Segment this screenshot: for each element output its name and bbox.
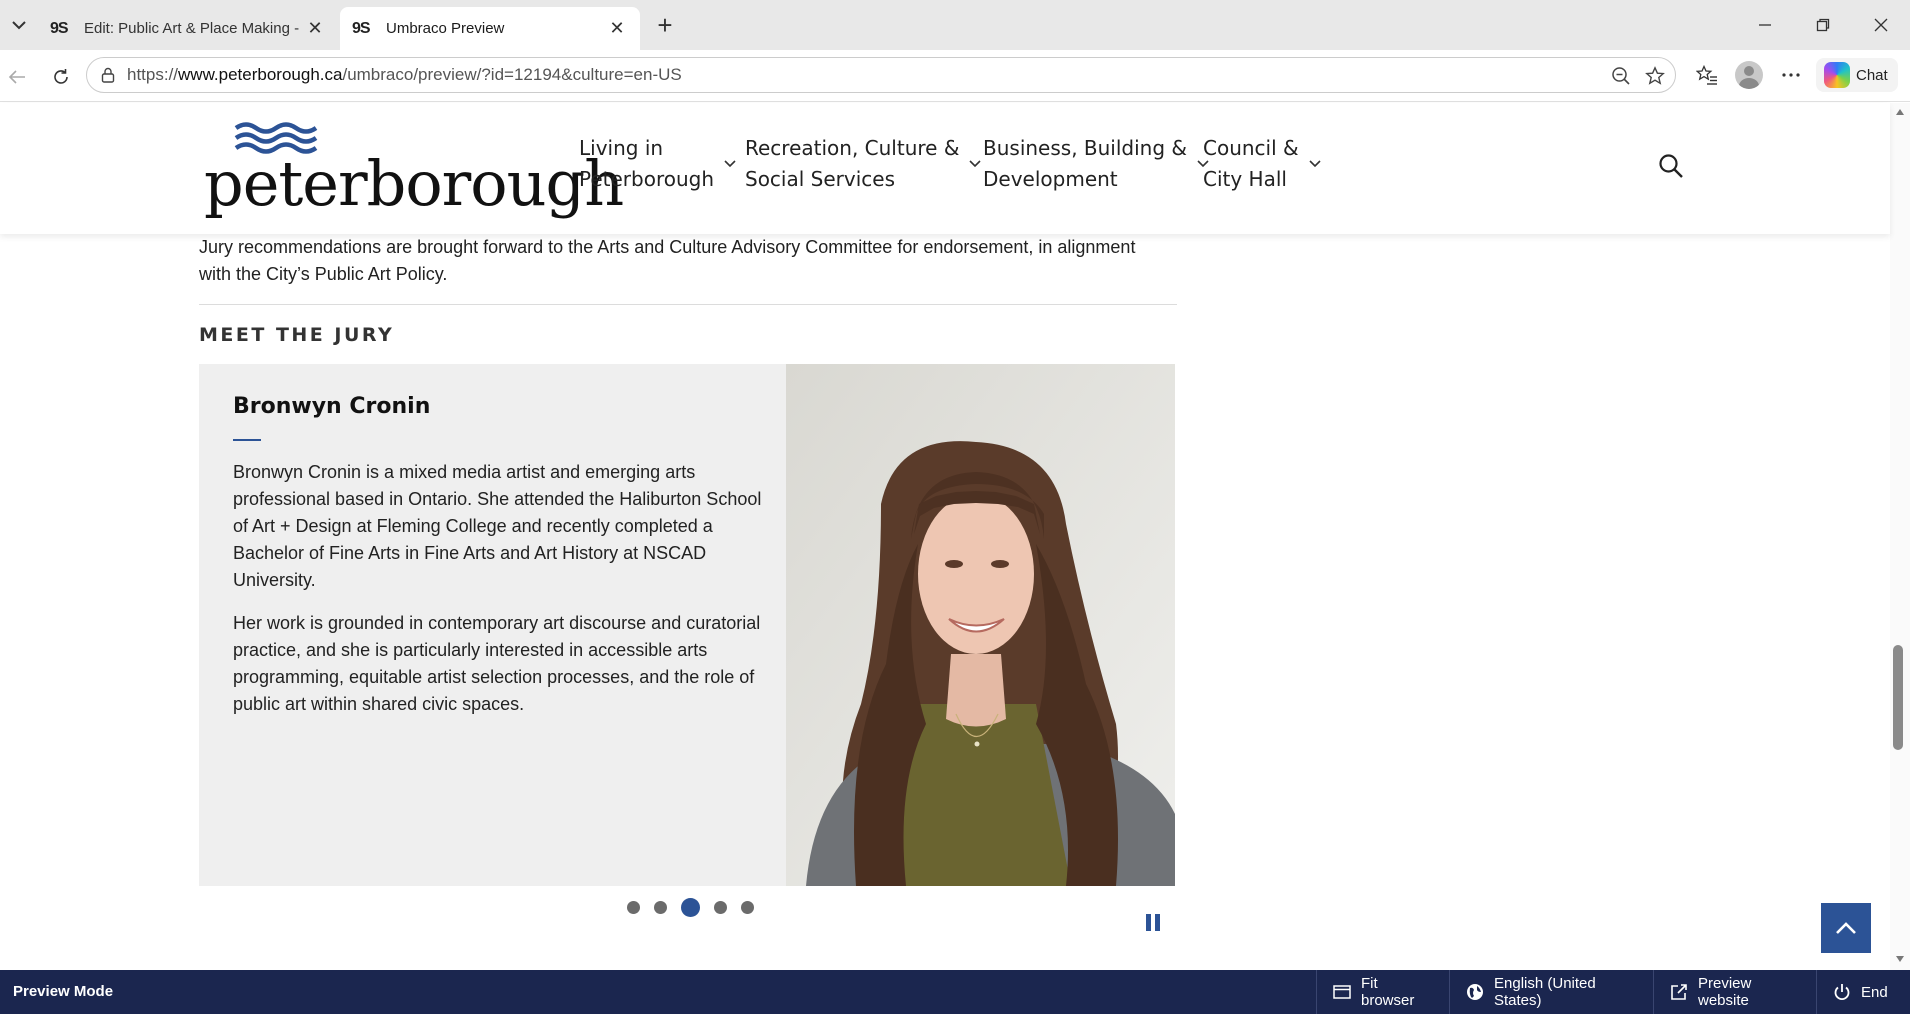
avatar-icon [1735, 61, 1763, 89]
preview-mode-label: Preview Mode [13, 983, 114, 1000]
carousel-pagination [627, 898, 754, 917]
back-arrow-icon[interactable] [2, 62, 32, 92]
end-label: End [1861, 983, 1888, 1001]
peterborough-logo[interactable]: peterborough [204, 121, 624, 215]
section-divider [199, 304, 1177, 305]
fit-browser-button[interactable]: Fit browser [1316, 970, 1449, 1014]
site-search-icon[interactable] [1658, 153, 1686, 181]
browser-toolbar-right: Chat [1690, 58, 1898, 92]
scroll-down-arrow-icon[interactable] [1890, 952, 1910, 966]
url-text: https://www.peterborough.ca/umbraco/prev… [127, 65, 682, 85]
copilot-chat-button[interactable]: Chat [1816, 58, 1898, 92]
url-input[interactable]: https://www.peterborough.ca/umbraco/prev… [86, 57, 1676, 93]
lock-icon[interactable] [101, 67, 115, 83]
globe-icon [1467, 984, 1483, 1000]
url-path: /umbraco/preview/?id=12194&culture=en-US [342, 65, 682, 84]
window-controls [1736, 0, 1910, 50]
nav-label: Council & City Hall [1203, 136, 1299, 191]
umbraco-favicon-icon: 9S [50, 19, 69, 37]
chevron-up-icon [1836, 922, 1856, 934]
tab-title: Umbraco Preview [386, 20, 505, 37]
umbraco-preview-bar: Preview Mode Fit browser English (United… [0, 970, 1910, 1014]
nav-recreation-culture[interactable]: Recreation, Culture & Social Services [745, 133, 982, 195]
url-field-icons [1609, 64, 1667, 88]
minimize-icon[interactable] [1736, 0, 1794, 50]
close-icon[interactable]: ✕ [606, 18, 628, 39]
nav-living-in-peterborough[interactable]: Living in Peterborough [579, 133, 736, 195]
fit-browser-label: Fit browser [1361, 975, 1415, 1009]
close-window-icon[interactable] [1852, 0, 1910, 50]
jury-member-name: Bronwyn Cronin [233, 394, 431, 419]
scroll-up-arrow-icon[interactable] [1890, 105, 1910, 119]
tab-title: Edit: Public Art & Place Making - C [84, 20, 304, 37]
name-accent-rule [233, 439, 261, 441]
url-scheme: https:// [127, 65, 179, 84]
jury-carousel-slide: Bronwyn Cronin Bronwyn Cronin is a mixed… [199, 364, 1175, 886]
jury-bio-paragraph-2: Her work is grounded in contemporary art… [233, 613, 761, 714]
browser-tab-edit[interactable]: 9S Edit: Public Art & Place Making - C ✕ [38, 7, 338, 50]
restore-icon[interactable] [1794, 0, 1852, 50]
carousel-dot-5[interactable] [741, 901, 754, 914]
page-scrollbar[interactable] [1890, 103, 1910, 970]
carousel-dot-3[interactable] [681, 898, 700, 917]
external-link-icon [1671, 984, 1687, 1000]
page-content: Jury recommendations are brought forward… [0, 234, 1890, 970]
logo-wordmark: peterborough [204, 147, 624, 220]
favorites-list-icon[interactable] [1690, 58, 1724, 92]
umbraco-favicon-icon: 9S [352, 19, 371, 37]
copilot-icon [1824, 62, 1850, 88]
jury-member-photo [786, 364, 1175, 886]
profile-avatar[interactable] [1732, 58, 1766, 92]
back-to-top-button[interactable] [1821, 903, 1871, 953]
browser-tab-preview[interactable]: 9S Umbraco Preview ✕ [340, 7, 640, 50]
address-bar-row: https://www.peterborough.ca/umbraco/prev… [0, 50, 1910, 102]
new-tab-plus-icon[interactable]: + [650, 12, 680, 40]
preview-website-button[interactable]: Preview website [1653, 970, 1816, 1014]
chevron-down-icon [969, 160, 982, 168]
browser-tab-bar: 9S Edit: Public Art & Place Making - C ✕… [0, 0, 1910, 50]
close-icon[interactable]: ✕ [304, 18, 326, 39]
jury-intro-paragraph: Jury recommendations are brought forward… [199, 237, 1136, 284]
end-preview-button[interactable]: End [1816, 970, 1910, 1014]
nav-label: Business, Building & Development [983, 136, 1187, 191]
nav-label: Recreation, Culture & Social Services [745, 136, 960, 191]
chat-label: Chat [1856, 66, 1888, 84]
nav-business-building[interactable]: Business, Building & Development [983, 133, 1209, 195]
jury-member-text: Bronwyn Cronin Bronwyn Cronin is a mixed… [233, 394, 773, 734]
carousel-dot-4[interactable] [714, 901, 727, 914]
more-options-icon[interactable] [1774, 58, 1808, 92]
language-selector-button[interactable]: English (United States) [1449, 970, 1653, 1014]
carousel-dot-1[interactable] [627, 901, 640, 914]
language-label: English (United States) [1494, 975, 1596, 1009]
nav-label: Living in Peterborough [579, 136, 715, 191]
carousel-dot-2[interactable] [654, 901, 667, 914]
portrait-illustration [786, 364, 1175, 886]
reload-icon[interactable] [46, 62, 76, 92]
favorite-star-icon[interactable] [1643, 64, 1667, 88]
tab-list-chevron-icon[interactable] [4, 10, 34, 40]
carousel-pause-icon[interactable] [1146, 914, 1164, 932]
chevron-down-icon [1309, 160, 1321, 168]
site-header: peterborough Living in Peterborough Recr… [0, 103, 1890, 234]
jury-bio-paragraph-1: Bronwyn Cronin is a mixed media artist a… [233, 462, 762, 590]
nav-council-city-hall[interactable]: Council & City Hall [1203, 133, 1321, 195]
preview-website-label: Preview website [1698, 975, 1752, 1009]
url-host: www.peterborough.ca [178, 65, 343, 84]
chevron-down-icon [724, 160, 736, 168]
meet-the-jury-heading: MEET THE JURY [199, 324, 395, 346]
scrollbar-thumb[interactable] [1893, 645, 1903, 750]
zoom-out-icon[interactable] [1609, 64, 1633, 88]
browser-window-icon [1333, 985, 1351, 999]
power-icon [1834, 984, 1850, 1001]
